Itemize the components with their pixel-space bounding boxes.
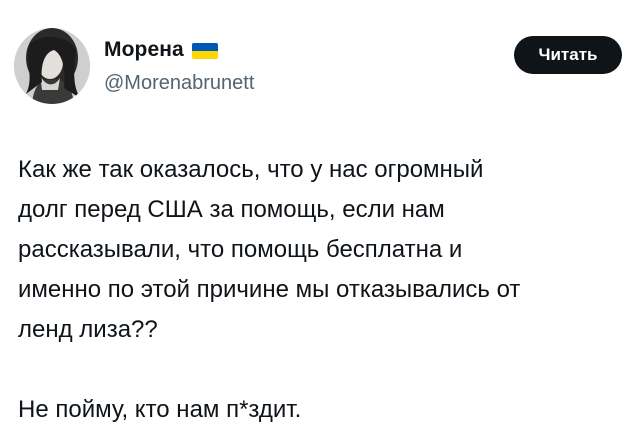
follow-button[interactable]: Читать [514,36,622,74]
avatar-photo [14,28,90,104]
tweet-card: Морена @Morenabrunett Читать Как же так … [0,0,640,436]
ukraine-flag-icon [191,43,218,59]
author-name-row[interactable]: Морена [104,38,218,62]
tweet-text: Как же так оказалось, что у нас огромный… [18,150,630,430]
tweet-paragraph-1: Как же так оказалось, что у нас огромный… [18,156,521,343]
avatar[interactable] [14,28,90,104]
tweet-paragraph-2: Не пойму, кто нам п*здит. [18,396,302,423]
author-handle[interactable]: @Morenabrunett [104,72,254,95]
display-name[interactable]: Морена [104,38,184,62]
